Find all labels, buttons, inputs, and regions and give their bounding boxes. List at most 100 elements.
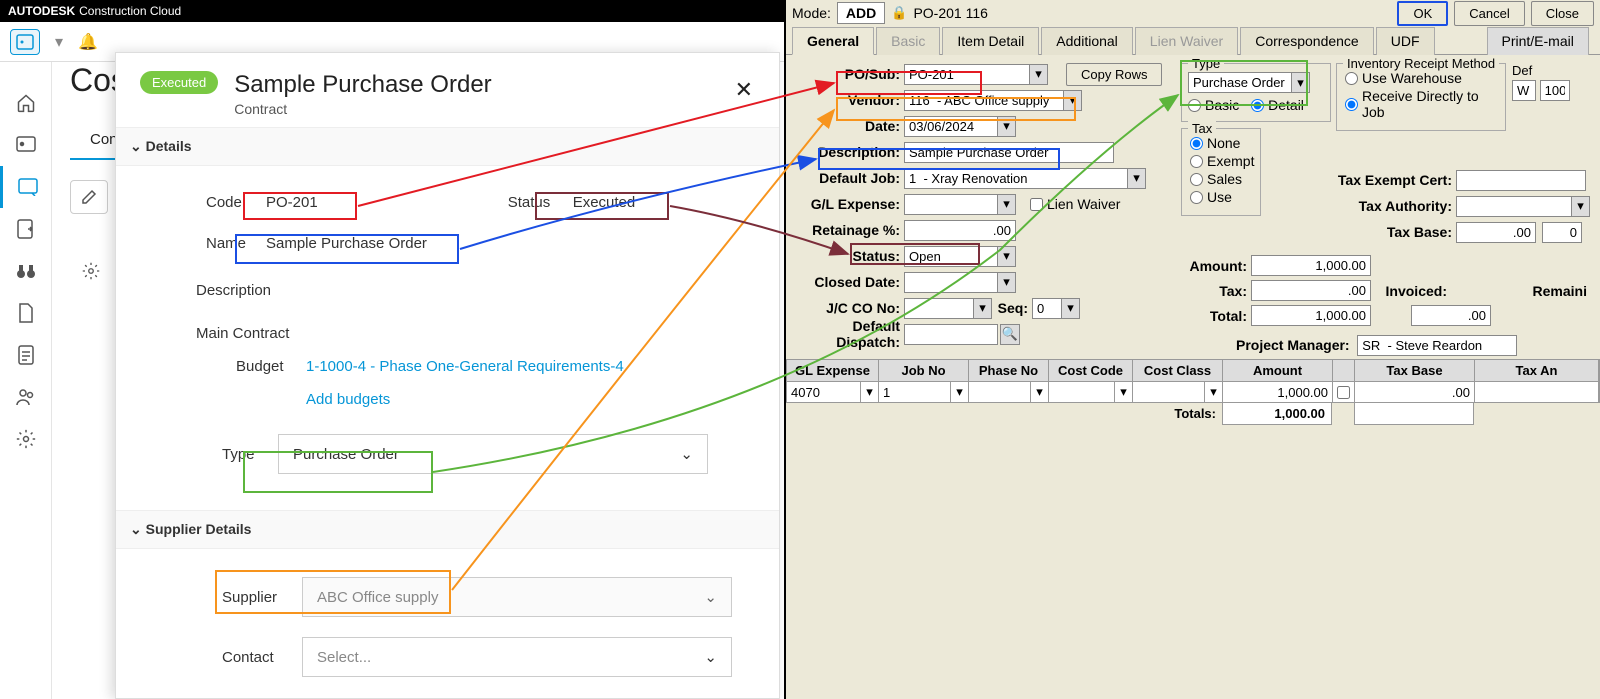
- binoculars-icon[interactable]: [0, 250, 52, 292]
- type-select[interactable]: Purchase Order ⌄: [278, 434, 708, 474]
- dropdown-icon[interactable]: ▾: [1064, 90, 1082, 111]
- date-input[interactable]: [904, 116, 998, 137]
- dropdown-icon[interactable]: ▾: [1062, 298, 1080, 319]
- close-button[interactable]: Close: [1531, 1, 1594, 26]
- tab-print-email[interactable]: Print/E-mail: [1487, 27, 1589, 55]
- closed-date-input[interactable]: [904, 272, 998, 293]
- name-value: Sample Purchase Order: [266, 235, 427, 252]
- grid-row[interactable]: 4070▾ 1▾ ▾ ▾ ▾ 1,000.00 .00: [786, 382, 1600, 403]
- tax-pct-input[interactable]: [1542, 222, 1582, 243]
- settings-icon[interactable]: [0, 418, 52, 460]
- close-icon[interactable]: ✕: [735, 77, 753, 103]
- warehouse-radio[interactable]: [1345, 72, 1358, 85]
- tax-auth-input[interactable]: [1456, 196, 1572, 217]
- tax-cert-input[interactable]: [1456, 170, 1586, 191]
- dropdown-icon[interactable]: ▾: [1292, 72, 1310, 93]
- edit-icon[interactable]: [70, 180, 108, 214]
- report-icon[interactable]: [0, 334, 52, 376]
- dropdown-icon[interactable]: ▾: [998, 246, 1016, 267]
- copy-rows-button[interactable]: Copy Rows: [1066, 63, 1162, 86]
- add-budgets-link[interactable]: Add budgets: [306, 391, 390, 408]
- dispatch-input[interactable]: [904, 324, 998, 345]
- module-icon-1[interactable]: [0, 124, 52, 166]
- modal-header: Executed Sample Purchase Order Contract …: [116, 53, 779, 127]
- cell-taxbase[interactable]: .00: [1355, 382, 1475, 402]
- amount-input[interactable]: [1251, 255, 1371, 276]
- description-input[interactable]: [904, 142, 1114, 163]
- default-job-input[interactable]: [904, 168, 1128, 189]
- tax-exempt-radio[interactable]: [1190, 155, 1203, 168]
- posub-input[interactable]: [904, 64, 1030, 85]
- document-icon[interactable]: [0, 292, 52, 334]
- cost-icon[interactable]: [0, 166, 52, 208]
- cell-taxan[interactable]: [1475, 382, 1599, 402]
- retainage-input[interactable]: [904, 220, 1016, 241]
- toolbar-dropdown-icon[interactable]: ▾: [55, 32, 63, 52]
- tax-none-radio[interactable]: [1190, 137, 1203, 150]
- total-input[interactable]: [1251, 305, 1371, 326]
- tab-correspondence[interactable]: Correspondence: [1240, 27, 1374, 55]
- cell-job[interactable]: 1: [879, 382, 951, 402]
- dropdown-icon[interactable]: ▾: [1030, 64, 1048, 85]
- def-w-input[interactable]: [1512, 80, 1536, 101]
- dropdown-icon[interactable]: ▾: [998, 194, 1016, 215]
- cell-costclass[interactable]: [1133, 382, 1205, 402]
- tax-base-input[interactable]: [1456, 222, 1536, 243]
- gl-expense-input[interactable]: [904, 194, 998, 215]
- dropdown-icon[interactable]: ▾: [998, 116, 1016, 137]
- module-switcher-icon[interactable]: [10, 29, 40, 55]
- erp-body: PO/Sub: ▾ Copy Rows Vendor: ▾ Date: ▾ De…: [786, 55, 1600, 71]
- details-section-header[interactable]: ⌄ Details: [116, 127, 779, 166]
- basic-radio[interactable]: [1188, 99, 1201, 112]
- gear-icon[interactable]: [72, 254, 110, 288]
- tax-use-radio[interactable]: [1190, 191, 1203, 204]
- tab-lien-waiver[interactable]: Lien Waiver: [1135, 27, 1238, 55]
- lock-icon: 🔒: [891, 5, 907, 21]
- def-j-input[interactable]: [1540, 80, 1570, 101]
- type-combo[interactable]: [1188, 72, 1292, 93]
- dropdown-icon[interactable]: ▾: [998, 272, 1016, 293]
- lien-waiver-checkbox[interactable]: [1030, 198, 1043, 211]
- members-icon[interactable]: [0, 376, 52, 418]
- invoiced-input[interactable]: [1411, 305, 1491, 326]
- cell-amount[interactable]: 1,000.00: [1223, 382, 1333, 402]
- home-icon[interactable]: [0, 82, 52, 124]
- supplier-section-header[interactable]: ⌄ Supplier Details: [116, 510, 779, 549]
- total-label: Total:: [1181, 308, 1251, 324]
- cell-dd[interactable]: ▾: [951, 382, 969, 402]
- vendor-input[interactable]: [904, 90, 1064, 111]
- receive-job-radio[interactable]: [1345, 98, 1358, 111]
- pm-input[interactable]: [1357, 335, 1517, 356]
- budget-value[interactable]: 1-1000-4 - Phase One-General Requirement…: [306, 358, 624, 375]
- cell-phase[interactable]: [969, 382, 1031, 402]
- dropdown-icon[interactable]: ▾: [1572, 196, 1590, 217]
- dropdown-icon[interactable]: ▾: [1128, 168, 1146, 189]
- detail-radio[interactable]: [1251, 99, 1264, 112]
- tab-item-detail[interactable]: Item Detail: [942, 27, 1039, 55]
- tax-amt-input[interactable]: [1251, 280, 1371, 301]
- notification-icon[interactable]: 🔔: [78, 32, 98, 52]
- tab-general[interactable]: General: [792, 27, 874, 55]
- status-input[interactable]: [904, 246, 998, 267]
- cell-dd[interactable]: ▾: [861, 382, 879, 402]
- cell-costcode[interactable]: [1049, 382, 1115, 402]
- supplier-select[interactable]: ABC Office supply ⌄: [302, 577, 732, 617]
- seq-input[interactable]: [1032, 298, 1062, 319]
- cell-checkbox[interactable]: [1333, 382, 1355, 402]
- cancel-button[interactable]: Cancel: [1454, 1, 1524, 26]
- tab-udf[interactable]: UDF: [1376, 27, 1435, 55]
- ok-button[interactable]: OK: [1397, 1, 1448, 26]
- cell-dd[interactable]: ▾: [1031, 382, 1049, 402]
- contact-select[interactable]: Select... ⌄: [302, 637, 732, 677]
- cell-dd[interactable]: ▾: [1115, 382, 1133, 402]
- cell-gl[interactable]: 4070: [787, 382, 861, 402]
- dropdown-icon[interactable]: ▾: [974, 298, 992, 319]
- tab-additional[interactable]: Additional: [1041, 27, 1133, 55]
- search-icon[interactable]: 🔍: [1000, 324, 1020, 345]
- tax-base-label: Tax Base:: [1336, 224, 1456, 240]
- cell-dd[interactable]: ▾: [1205, 382, 1223, 402]
- jcco-input[interactable]: [904, 298, 974, 319]
- tax-sales-radio[interactable]: [1190, 173, 1203, 186]
- export-icon[interactable]: [0, 208, 52, 250]
- tab-basic[interactable]: Basic: [876, 27, 940, 55]
